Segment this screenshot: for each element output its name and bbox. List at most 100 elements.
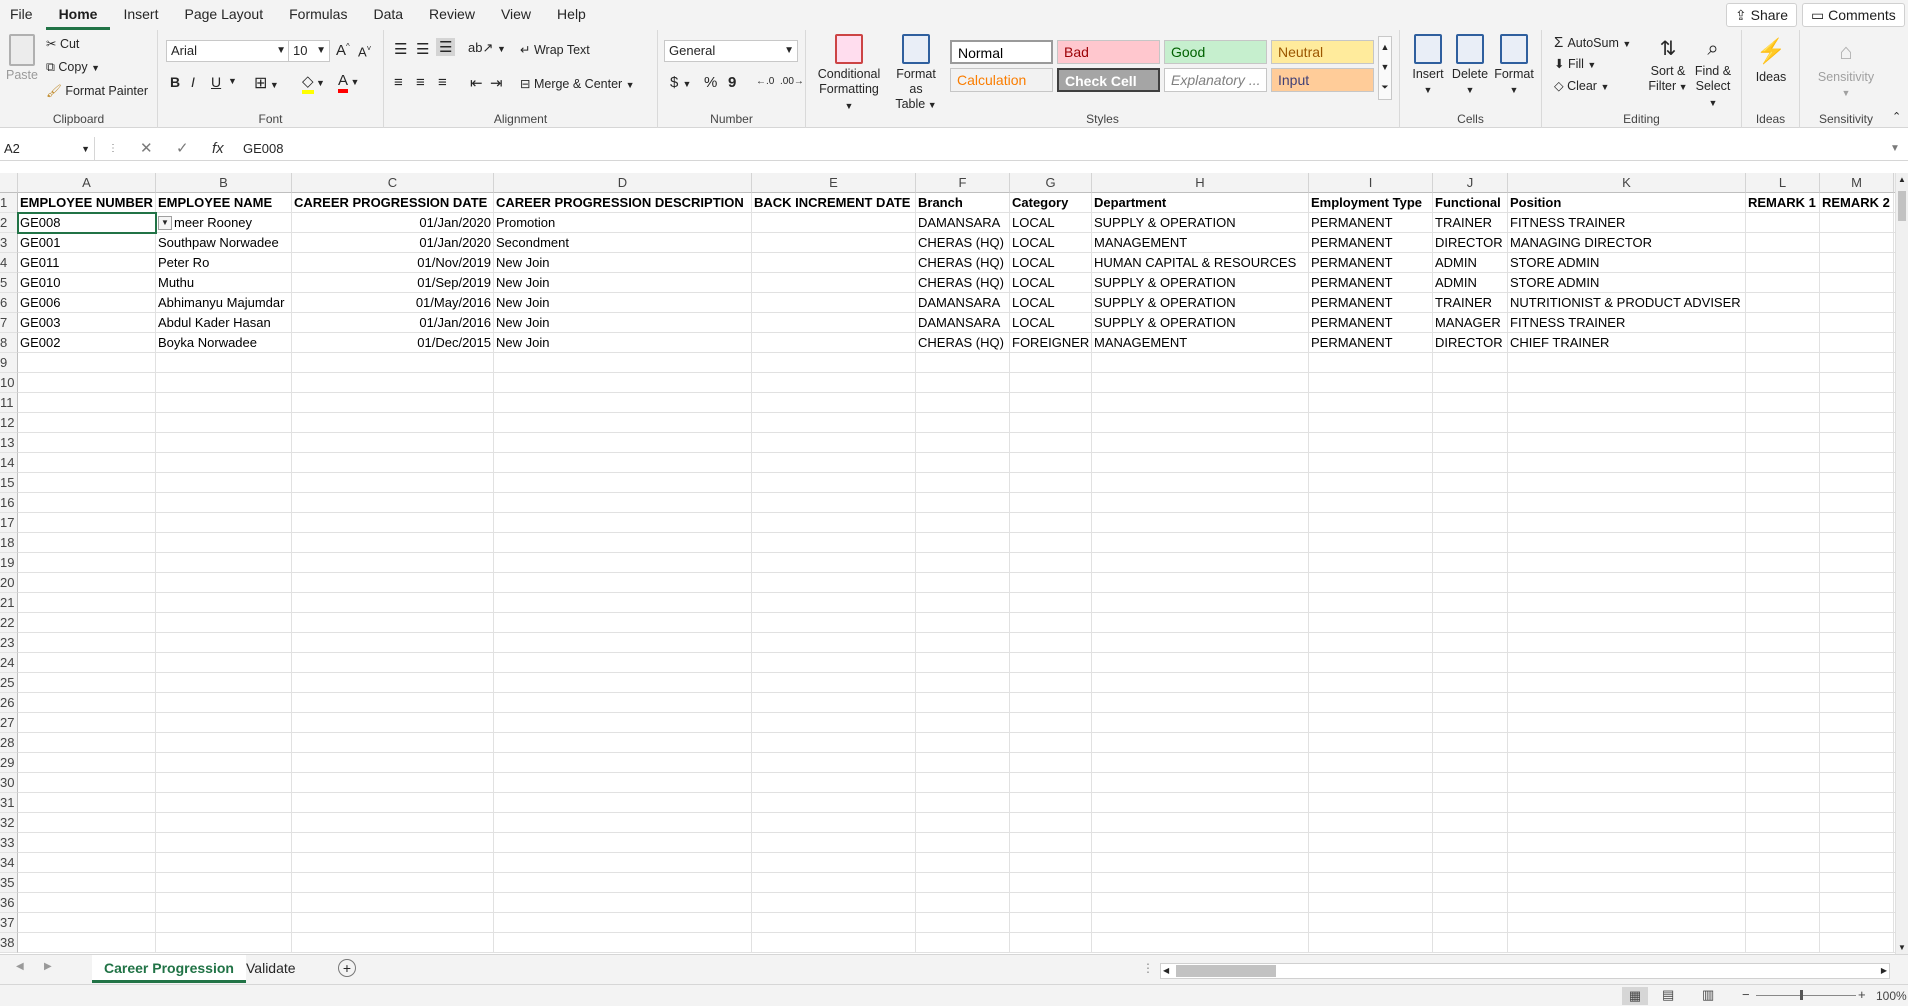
empty-cell[interactable] [1746, 733, 1820, 753]
empty-cell[interactable] [1309, 453, 1433, 473]
row-header[interactable]: 15 [0, 473, 18, 493]
empty-cell[interactable] [1010, 693, 1092, 713]
empty-cell[interactable] [292, 353, 494, 373]
empty-cell[interactable] [752, 453, 916, 473]
empty-cell[interactable] [1309, 373, 1433, 393]
empty-cell[interactable] [1433, 933, 1508, 953]
empty-cell[interactable] [1508, 413, 1746, 433]
empty-cell[interactable] [1092, 493, 1309, 513]
page-layout-view-icon[interactable]: ▤ [1662, 987, 1674, 1003]
empty-cell[interactable] [1010, 433, 1092, 453]
empty-cell[interactable] [1309, 353, 1433, 373]
empty-cell[interactable] [1820, 513, 1894, 533]
sensitivity-button[interactable]: ⌂ Sensitivity ▼ [1806, 34, 1886, 101]
empty-cell[interactable] [1010, 793, 1092, 813]
autosum-button[interactable]: Σ AutoSum ▼ [1554, 34, 1631, 51]
empty-cell[interactable] [1309, 753, 1433, 773]
data-cell[interactable] [1746, 313, 1820, 333]
empty-cell[interactable] [494, 853, 752, 873]
align-center-icon[interactable]: ≡ [416, 74, 425, 91]
empty-cell[interactable] [292, 893, 494, 913]
empty-cell[interactable] [1508, 553, 1746, 573]
empty-cell[interactable] [752, 873, 916, 893]
empty-cell[interactable] [1433, 433, 1508, 453]
empty-cell[interactable] [156, 693, 292, 713]
empty-cell[interactable] [494, 573, 752, 593]
column-header-g[interactable]: G [1010, 173, 1092, 193]
empty-cell[interactable] [18, 513, 156, 533]
empty-cell[interactable] [494, 533, 752, 553]
enter-icon[interactable]: ✓ [176, 137, 189, 161]
empty-cell[interactable] [1820, 353, 1894, 373]
empty-cell[interactable] [1746, 593, 1820, 613]
empty-cell[interactable] [1820, 633, 1894, 653]
empty-cell[interactable] [1508, 813, 1746, 833]
data-cell[interactable]: PERMANENT [1309, 313, 1433, 333]
data-cell[interactable] [1820, 333, 1894, 353]
empty-cell[interactable] [916, 513, 1010, 533]
empty-cell[interactable] [1820, 373, 1894, 393]
empty-cell[interactable] [1746, 933, 1820, 953]
empty-cell[interactable] [1746, 613, 1820, 633]
wrap-text-button[interactable]: ↵ Wrap Text [520, 42, 590, 57]
empty-cell[interactable] [1433, 773, 1508, 793]
empty-cell[interactable] [1820, 473, 1894, 493]
data-cell[interactable]: SUPPLY & OPERATION [1092, 213, 1309, 233]
data-cell[interactable]: FITNESS TRAINER [1508, 213, 1746, 233]
empty-cell[interactable] [916, 353, 1010, 373]
row-header[interactable]: 6 [0, 293, 18, 313]
empty-cell[interactable] [292, 373, 494, 393]
empty-cell[interactable] [1508, 533, 1746, 553]
empty-cell[interactable] [916, 633, 1010, 653]
empty-cell[interactable] [1092, 473, 1309, 493]
borders-button[interactable]: ⊞ ▼ [254, 73, 279, 93]
empty-cell[interactable] [1508, 633, 1746, 653]
empty-cell[interactable] [1010, 553, 1092, 573]
empty-cell[interactable] [494, 553, 752, 573]
font-size-dropdown[interactable]: 10 ▼ [288, 40, 330, 62]
empty-cell[interactable] [18, 493, 156, 513]
empty-cell[interactable] [156, 873, 292, 893]
empty-cell[interactable] [752, 913, 916, 933]
empty-cell[interactable] [1508, 513, 1746, 533]
empty-cell[interactable] [752, 353, 916, 373]
data-cell[interactable]: DAMANSARA [916, 213, 1010, 233]
zoom-level[interactable]: 100% [1876, 989, 1907, 1003]
cell-style-input[interactable]: Input [1271, 68, 1374, 92]
empty-cell[interactable] [916, 653, 1010, 673]
empty-cell[interactable] [752, 393, 916, 413]
row-header[interactable]: 3 [0, 233, 18, 253]
empty-cell[interactable] [18, 733, 156, 753]
empty-cell[interactable] [156, 773, 292, 793]
cell-style-explanatory[interactable]: Explanatory ... [1164, 68, 1267, 92]
empty-cell[interactable] [1309, 473, 1433, 493]
scroll-up-icon[interactable]: ▲ [1898, 175, 1906, 184]
empty-cell[interactable] [752, 933, 916, 953]
empty-cell[interactable] [752, 733, 916, 753]
empty-cell[interactable] [916, 373, 1010, 393]
data-cell[interactable]: Abdul Kader Hasan [156, 313, 292, 333]
empty-cell[interactable] [1820, 533, 1894, 553]
empty-cell[interactable] [1820, 593, 1894, 613]
data-cell[interactable]: ADMIN [1433, 273, 1508, 293]
empty-cell[interactable] [1746, 413, 1820, 433]
row-header[interactable]: 23 [0, 633, 18, 653]
data-cell[interactable]: 01/Jan/2020 [292, 233, 494, 253]
empty-cell[interactable] [916, 713, 1010, 733]
data-cell[interactable]: DAMANSARA [916, 313, 1010, 333]
empty-cell[interactable] [1746, 833, 1820, 853]
empty-cell[interactable] [494, 773, 752, 793]
empty-cell[interactable] [1746, 493, 1820, 513]
scroll-down-icon[interactable]: ▼ [1898, 943, 1906, 952]
data-cell[interactable]: 01/Dec/2015 [292, 333, 494, 353]
empty-cell[interactable] [1092, 593, 1309, 613]
empty-cell[interactable] [156, 853, 292, 873]
empty-cell[interactable] [1010, 893, 1092, 913]
empty-cell[interactable] [1746, 873, 1820, 893]
scroll-left-icon[interactable]: ◀ [1163, 964, 1169, 978]
data-cell[interactable]: MANAGEMENT [1092, 333, 1309, 353]
data-cell[interactable]: FOREIGNER [1010, 333, 1092, 353]
ribbon-tab-page-layout[interactable]: Page Layout [171, 0, 276, 30]
empty-cell[interactable] [1820, 853, 1894, 873]
data-cell[interactable]: GE010 [18, 273, 156, 293]
